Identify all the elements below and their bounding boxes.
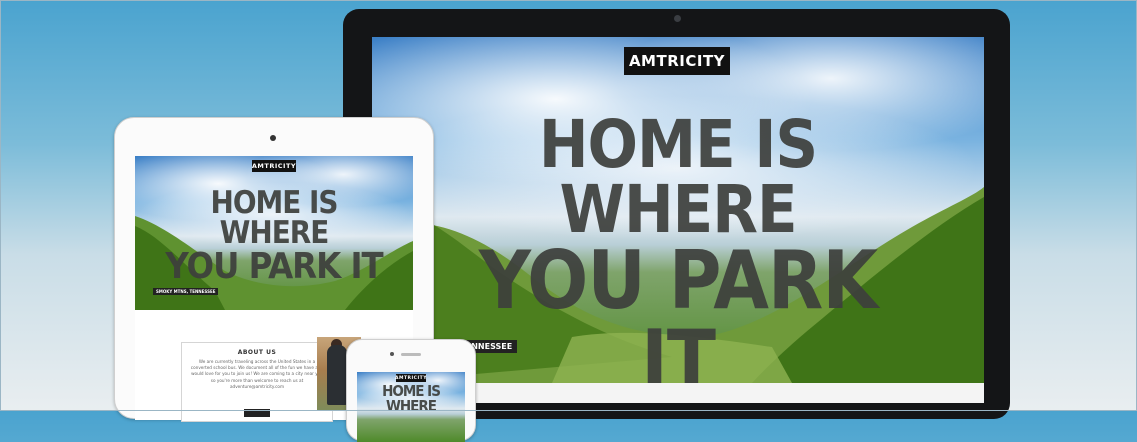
desktop-screen-hero: AMTRICITY HOME IS WHERE YOU PARK IT E, T… [372,37,984,383]
tablet-headline-line2: YOU PARK IT [165,245,383,287]
phone-brand-logo[interactable]: AMTRICITY [395,374,427,382]
tablet-brand-logo[interactable]: AMTRICITY [252,160,296,172]
tablet-screen-hero: AMTRICITY HOME IS WHERE YOU PARK IT SMOK… [135,156,413,310]
desktop-headline-line1: HOME IS WHERE [538,106,818,248]
phone-camera [390,352,394,356]
desktop-brand-logo[interactable]: AMTRICITY [624,47,730,75]
about-us-button[interactable] [244,409,270,417]
tablet-headline-line1: HOME IS WHERE [210,185,338,252]
traveler-figure [327,345,347,405]
monitor-camera [674,15,681,22]
tablet-camera [270,135,276,141]
phone-device: AMTRICITY HOME IS WHERE [346,339,476,442]
about-us-title: ABOUT US [237,349,277,356]
phone-headline: HOME IS WHERE [382,382,441,415]
tablet-location-tag: SMOKY MTNS, TENNESSEE [153,288,219,295]
phone-screen-hero: AMTRICITY HOME IS WHERE [357,372,465,442]
desktop-headline-line2: YOU PARK IT [478,234,878,383]
about-us-card: ABOUT US We are currently traveling acro… [181,342,333,422]
tablet-headline: HOME IS WHERE YOU PARK IT [155,185,393,287]
about-us-text: We are currently traveling across the Un… [190,359,324,389]
phone-speaker [401,353,421,356]
